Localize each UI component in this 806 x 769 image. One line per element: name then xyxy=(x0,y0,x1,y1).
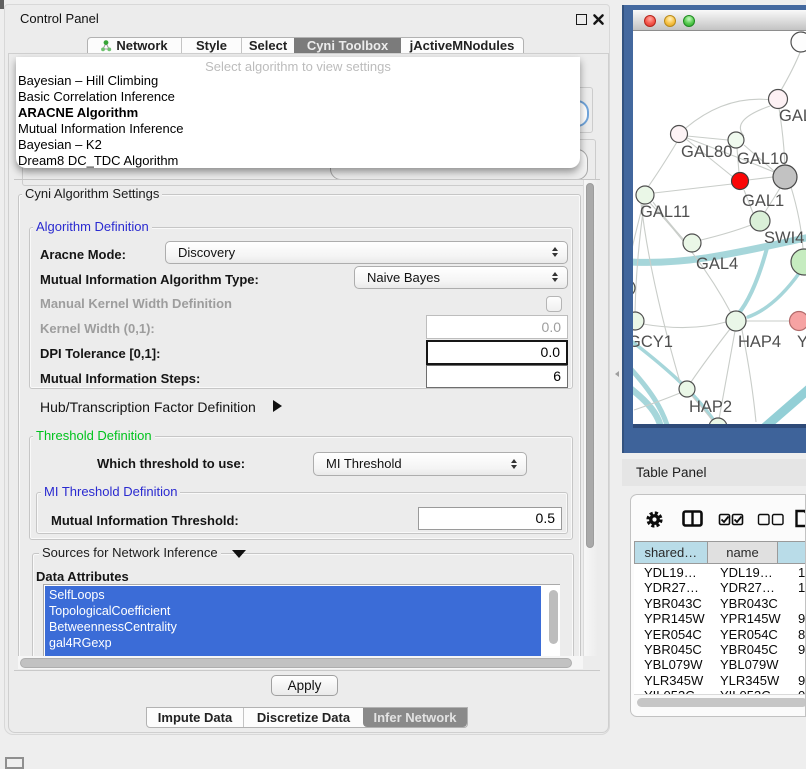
svg-text:GAL7: GAL7 xyxy=(779,107,806,125)
svg-text:GAL10: GAL10 xyxy=(737,150,788,168)
svg-text:GAL1: GAL1 xyxy=(742,192,784,210)
svg-text:GAL80: GAL80 xyxy=(681,143,732,161)
svg-text:GAL4: GAL4 xyxy=(696,255,738,273)
svg-text:Y: Y xyxy=(797,333,806,351)
svg-text:HAP4: HAP4 xyxy=(738,333,781,351)
svg-text:HAP2: HAP2 xyxy=(689,398,732,416)
svg-text:GAL11: GAL11 xyxy=(640,203,690,221)
svg-text:GCY1: GCY1 xyxy=(633,333,673,351)
svg-text:SWI4: SWI4 xyxy=(764,229,804,247)
